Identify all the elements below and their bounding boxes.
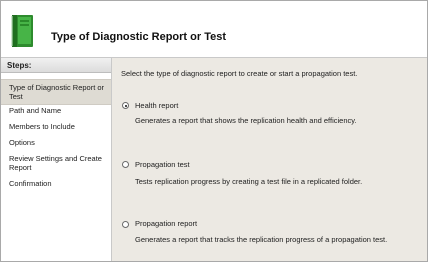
health-report-radio[interactable] <box>122 102 129 109</box>
content-panel: Select the type of diagnostic report to … <box>112 58 427 261</box>
propagation-test-radio[interactable] <box>122 161 129 168</box>
step-options[interactable]: Options <box>1 138 111 147</box>
propagation-test-label[interactable]: Propagation test <box>135 160 190 169</box>
step-type-of-report[interactable]: Type of Diagnostic Report or Test <box>1 79 111 105</box>
step-path-and-name[interactable]: Path and Name <box>1 106 111 115</box>
instruction-text: Select the type of diagnostic report to … <box>121 69 358 78</box>
wizard-window: Type of Diagnostic Report or Test Steps:… <box>0 0 428 262</box>
steps-sidebar: Steps: Type of Diagnostic Report or Test… <box>1 58 112 261</box>
step-review-settings[interactable]: Review Settings and Create Report <box>1 154 111 172</box>
page-title: Type of Diagnostic Report or Test <box>51 31 226 43</box>
step-confirmation[interactable]: Confirmation <box>1 179 111 188</box>
propagation-report-description: Generates a report that tracks the repli… <box>135 235 388 244</box>
steps-header: Steps: <box>1 58 111 73</box>
propagation-report-radio[interactable] <box>122 221 129 228</box>
wizard-header: Type of Diagnostic Report or Test <box>1 1 427 58</box>
health-report-description: Generates a report that shows the replic… <box>135 116 357 125</box>
propagation-report-label[interactable]: Propagation report <box>135 219 197 228</box>
propagation-test-description: Tests replication progress by creating a… <box>135 177 363 186</box>
health-report-label[interactable]: Health report <box>135 101 178 110</box>
step-members-to-include[interactable]: Members to Include <box>1 122 111 131</box>
green-book-icon <box>11 15 33 47</box>
